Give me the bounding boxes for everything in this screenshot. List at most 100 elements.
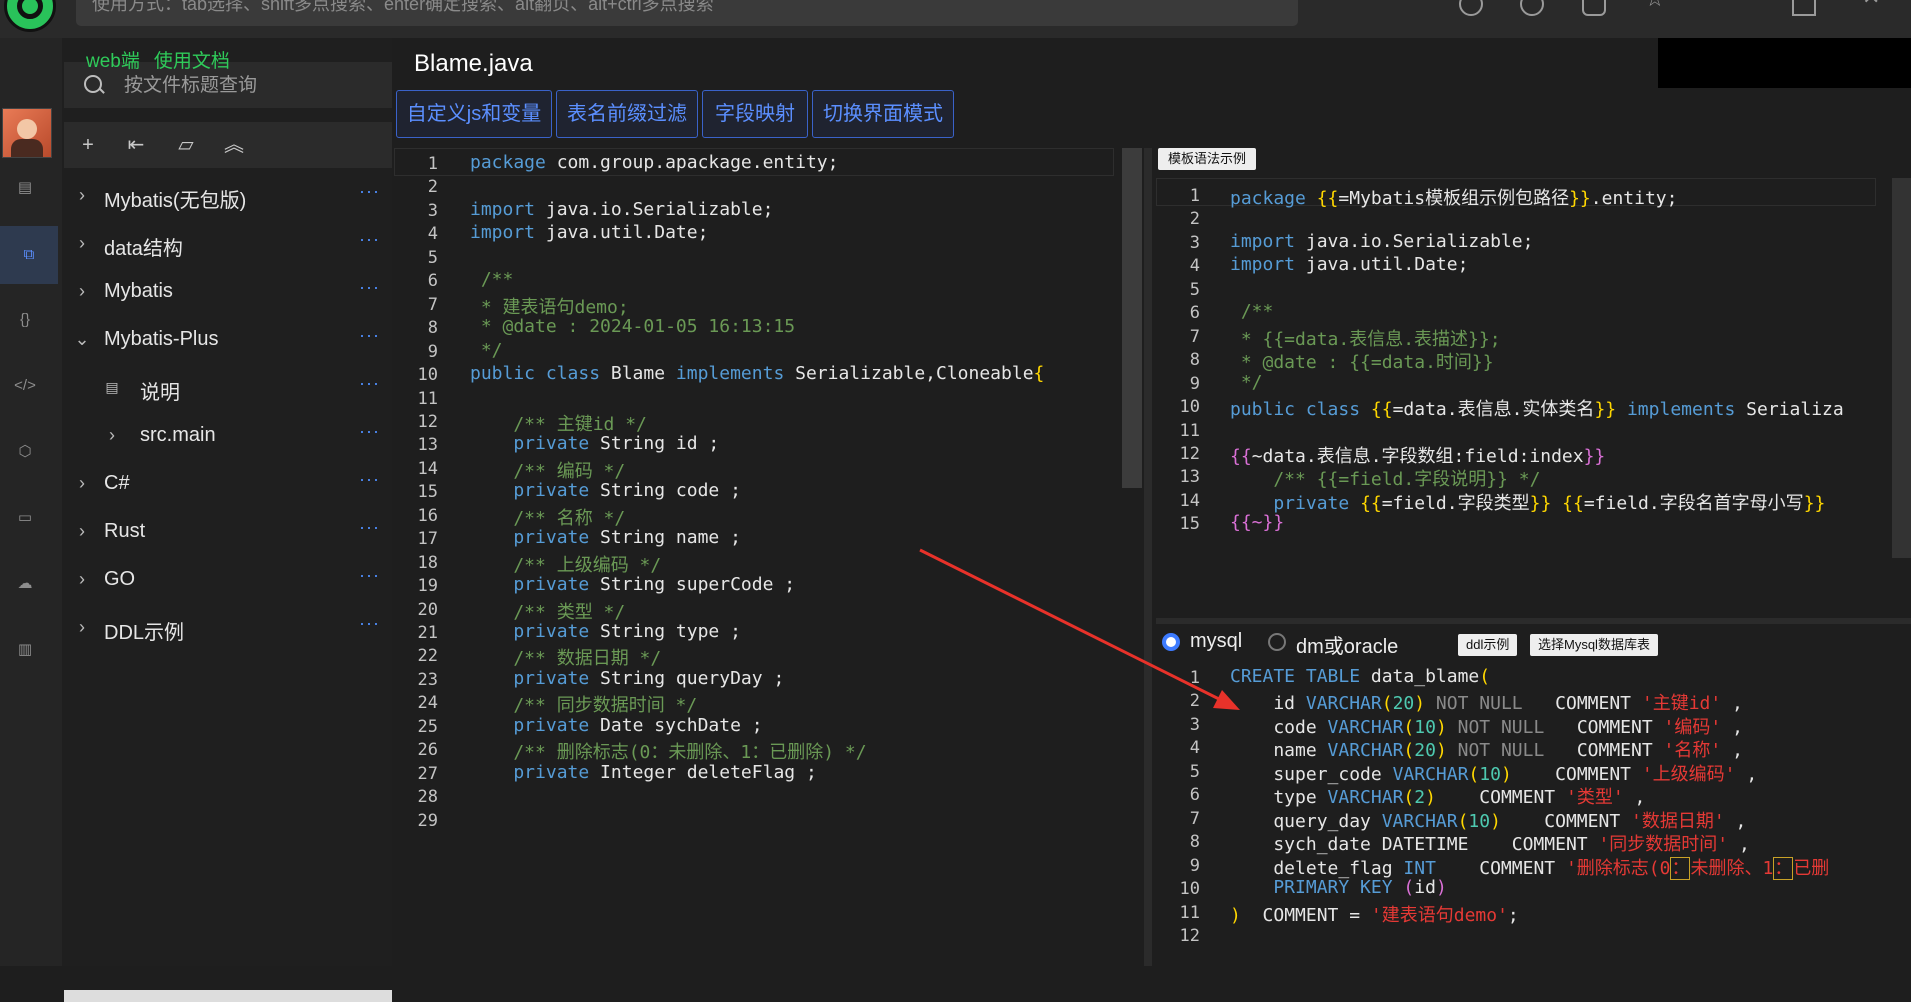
code-line: ) COMMENT = '建表语句demo'; bbox=[1230, 904, 1519, 926]
code-line: delete_flag INT COMMENT '删除标志(0：未删除、1：已删 bbox=[1230, 856, 1830, 880]
line-number: 27 bbox=[417, 763, 438, 784]
tree-item[interactable]: › src.main ··· bbox=[62, 412, 392, 460]
select-mysql-table-button[interactable]: 选择Mysql数据库表 bbox=[1530, 634, 1658, 656]
more-icon[interactable]: ··· bbox=[359, 325, 380, 346]
tree-item[interactable]: › Rust ··· bbox=[62, 508, 392, 556]
chevron-right-icon: › bbox=[79, 521, 85, 541]
collapse-all-icon[interactable]: ︽ bbox=[222, 133, 246, 157]
settings-icon[interactable] bbox=[1582, 0, 1606, 16]
tree-item-label: Mybatis(无包版) bbox=[104, 190, 247, 212]
tree-item[interactable]: › Mybatis(无包版) ··· bbox=[62, 172, 392, 220]
line-number: 10 bbox=[1179, 397, 1200, 418]
maximize-icon[interactable] bbox=[1792, 0, 1816, 16]
more-icon[interactable]: ··· bbox=[359, 277, 380, 298]
editor-icon[interactable]: ⧉ bbox=[0, 226, 58, 284]
code-line: public class Blame implements Serializab… bbox=[470, 363, 1045, 385]
tree-item[interactable]: › C# ··· bbox=[62, 460, 392, 508]
template-syntax-tag[interactable]: 模板语法示例 bbox=[1158, 148, 1257, 170]
close-icon[interactable]: ✕ bbox=[1862, 0, 1886, 16]
tree-item[interactable]: › data结构 ··· bbox=[62, 220, 392, 268]
template-editor[interactable]: 1 package {{=Mybatis模板组示例包路径}}.entity; 2 3 i… bbox=[1156, 178, 1911, 618]
code-line: private String name ; bbox=[470, 527, 741, 549]
editor-scrollbar[interactable] bbox=[1122, 148, 1142, 488]
table-prefix-filter-button[interactable]: 表名前缀过滤 bbox=[556, 90, 698, 138]
splitter[interactable] bbox=[1144, 148, 1152, 966]
more-icon[interactable]: ··· bbox=[359, 421, 380, 442]
web-link[interactable]: web端 bbox=[86, 51, 140, 72]
document-icon[interactable]: ▤ bbox=[14, 178, 36, 198]
mysql-radio[interactable] bbox=[1162, 633, 1180, 651]
docs-link[interactable]: 使用文档 bbox=[154, 51, 230, 72]
code-line: package com.group.apackage.entity; bbox=[470, 152, 839, 173]
line-number: 14 bbox=[417, 458, 438, 479]
more-icon[interactable]: ··· bbox=[359, 469, 380, 490]
line-number: 1 bbox=[1189, 668, 1200, 688]
code-line: /** {{=field.字段说明}} */ bbox=[1230, 469, 1541, 491]
code-line: import java.io.Serializable; bbox=[1230, 230, 1534, 252]
more-icon[interactable]: ··· bbox=[359, 229, 380, 250]
tree-item[interactable]: ▤ 说明 ··· bbox=[62, 364, 392, 412]
code-line: */ bbox=[1230, 371, 1263, 393]
tree-item-label: DDL示例 bbox=[104, 622, 185, 644]
tree-item-label: C# bbox=[104, 472, 130, 494]
field-mapping-button[interactable]: 字段映射 bbox=[702, 90, 808, 138]
more-icon[interactable]: ··· bbox=[359, 517, 380, 538]
code-line: /** 类型 */ bbox=[470, 601, 626, 623]
tree-item[interactable]: › DDL示例 ··· bbox=[62, 604, 392, 652]
database-options: mysql dm或oracle ddl示例 选择Mysql数据库表 bbox=[1156, 626, 1911, 660]
template-scrollbar[interactable] bbox=[1892, 178, 1911, 558]
avatar[interactable] bbox=[2, 108, 52, 158]
more-icon[interactable]: ··· bbox=[359, 613, 380, 634]
horizontal-splitter[interactable] bbox=[1156, 618, 1911, 624]
code-line: super_code VARCHAR(10) COMMENT '上级编码' , bbox=[1230, 763, 1758, 785]
book-icon[interactable]: ▥ bbox=[14, 640, 36, 660]
code-line: private String type ; bbox=[470, 621, 741, 642]
line-number: 11 bbox=[1179, 420, 1200, 441]
java-editor[interactable]: 1 package com.group.apackage.entity; 2 3 imp… bbox=[394, 148, 1144, 966]
chevron-right-icon: › bbox=[79, 233, 85, 253]
line-number: 21 bbox=[417, 623, 438, 643]
file-icon[interactable]: ▭ bbox=[14, 508, 36, 528]
command-input[interactable]: 使用方式：tab选择、shift多点搜索、enter确定搜索、alt翻页、alt… bbox=[76, 0, 1298, 26]
folder-icon[interactable]: ▱ bbox=[174, 133, 198, 157]
code-line: private String superCode ; bbox=[470, 574, 796, 596]
code-line: /** 删除标志(0：未删除、1：已删除) */ bbox=[470, 742, 867, 764]
code-line: * @date : 2024-01-05 16:13:15 bbox=[470, 316, 796, 338]
more-icon[interactable]: ··· bbox=[359, 373, 380, 394]
tab-title[interactable]: Blame.java bbox=[414, 50, 533, 78]
package-icon[interactable]: ⬡ bbox=[14, 442, 36, 462]
line-number: 4 bbox=[427, 224, 438, 245]
custom-js-button[interactable]: 自定义js和变量 bbox=[396, 90, 552, 138]
code-icon[interactable]: </> bbox=[14, 376, 36, 396]
header-links: web端 使用文档 bbox=[86, 46, 244, 73]
more-icon[interactable]: ··· bbox=[359, 181, 380, 202]
ddl-editor[interactable]: 1 CREATE TABLE data_blame(2 id VARCHAR(20… bbox=[1156, 660, 1911, 966]
search-icon[interactable] bbox=[1520, 0, 1544, 16]
line-number: 17 bbox=[417, 529, 438, 550]
pin-icon[interactable]: ☆ bbox=[1645, 0, 1669, 16]
line-number: 2 bbox=[1189, 209, 1200, 230]
sidebar-scrollbar[interactable] bbox=[64, 990, 392, 1002]
more-icon[interactable]: ··· bbox=[359, 565, 380, 586]
tree-item[interactable]: › Mybatis ··· bbox=[62, 268, 392, 316]
tree-item[interactable]: › GO ··· bbox=[62, 556, 392, 604]
search-input[interactable] bbox=[122, 70, 376, 102]
ddl-example-button[interactable]: ddl示例 bbox=[1458, 634, 1518, 656]
code-line: PRIMARY KEY (id) bbox=[1230, 877, 1447, 899]
line-number: 12 bbox=[1179, 925, 1200, 946]
switch-mode-button[interactable]: 切换界面模式 bbox=[812, 90, 954, 138]
tree-item[interactable]: ⌄ Mybatis-Plus ··· bbox=[62, 316, 392, 364]
import-icon[interactable]: ⇤ bbox=[124, 133, 148, 157]
line-number: 13 bbox=[1179, 467, 1200, 488]
braces-icon[interactable]: {} bbox=[14, 310, 36, 330]
dm-oracle-radio[interactable] bbox=[1268, 633, 1286, 651]
file-icon: ▤ bbox=[105, 379, 119, 395]
code-line: import java.util.Date; bbox=[470, 222, 709, 244]
line-number: 7 bbox=[1189, 808, 1200, 829]
sidebar-toolbar: + ⇤ ▱ ︽ bbox=[64, 122, 392, 168]
help-icon[interactable] bbox=[1459, 0, 1483, 16]
chevron-right-icon: › bbox=[79, 281, 85, 301]
add-icon[interactable]: + bbox=[76, 133, 100, 157]
cloud-icon[interactable]: ☁ bbox=[14, 574, 36, 594]
code-line: /** bbox=[1230, 301, 1274, 323]
